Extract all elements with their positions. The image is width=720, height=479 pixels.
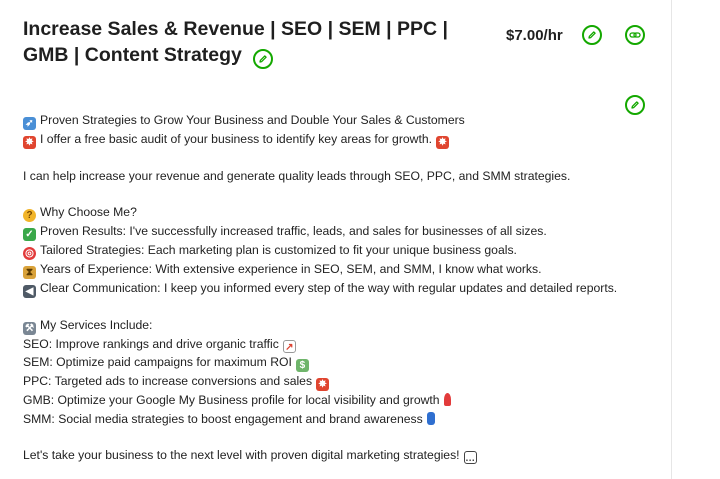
collision-icon: ✸ <box>23 136 36 149</box>
target-icon: ◎ <box>23 247 36 261</box>
round-pushpin-icon <box>443 393 451 407</box>
closing-line: Let's take your business to the next lev… <box>23 447 477 464</box>
headline-line: ➶ Proven Strategies to Grow Your Business… <box>23 111 623 130</box>
chart-increasing-icon: ↗ <box>282 340 296 354</box>
intro-line: I can help increase your revenue and gen… <box>23 169 571 183</box>
pencil-edit-icon[interactable] <box>625 95 645 115</box>
why-item: ✓ Proven Results: I've successfully incre… <box>23 222 623 242</box>
pencil-edit-icon[interactable] <box>253 49 274 69</box>
megaphone-icon: ◀ <box>23 285 36 299</box>
thinking-face-icon: ? <box>23 209 36 223</box>
check-mark-icon: ✓ <box>23 228 36 242</box>
pencil-edit-icon[interactable] <box>582 25 602 45</box>
hourglass-icon: ⧗ <box>23 266 36 280</box>
collision-icon: ✸ <box>436 136 450 149</box>
audit-line: ✸ I offer a free basic audit of your busi… <box>23 130 623 149</box>
money-with-wings-icon: $ <box>295 359 309 373</box>
rocket-icon: ➶ <box>23 117 36 130</box>
service-item: SMM: Social media strategies to boost en… <box>23 410 623 428</box>
panel-divider <box>671 0 672 479</box>
mobile-phone-icon <box>426 411 435 425</box>
gig-title: Increase Sales & Revenue | SEO | SEM | P… <box>23 16 493 69</box>
link-icon[interactable] <box>625 25 645 45</box>
gig-description: ➶ Proven Strategies to Grow Your Business… <box>23 111 623 464</box>
why-heading: ? Why Choose Me? <box>23 203 623 223</box>
why-item: ⧗ Years of Experience: With extensive exp… <box>23 260 623 280</box>
hourly-rate: $7.00/hr <box>506 27 563 44</box>
service-item: SEO: Improve rankings and drive organic … <box>23 335 623 354</box>
why-item: ◎ Tailored Strategies: Each marketing pla… <box>23 241 623 261</box>
service-item: SEM: Optimize paid campaigns for maximum… <box>23 353 623 373</box>
wrench-icon: ⚒ <box>23 322 36 336</box>
service-item: PPC: Targeted ads to increase conversion… <box>23 372 623 392</box>
why-item: ◀ Clear Communication: I keep you informe… <box>23 279 623 299</box>
service-item: GMB: Optimize your Google My Business pr… <box>23 391 623 409</box>
gig-title-text: Increase Sales & Revenue | SEO | SEM | P… <box>23 18 449 66</box>
collision-icon: ✸ <box>316 378 330 392</box>
services-heading: ⚒ My Services Include: <box>23 316 623 336</box>
speech-balloon-icon: … <box>463 450 477 464</box>
